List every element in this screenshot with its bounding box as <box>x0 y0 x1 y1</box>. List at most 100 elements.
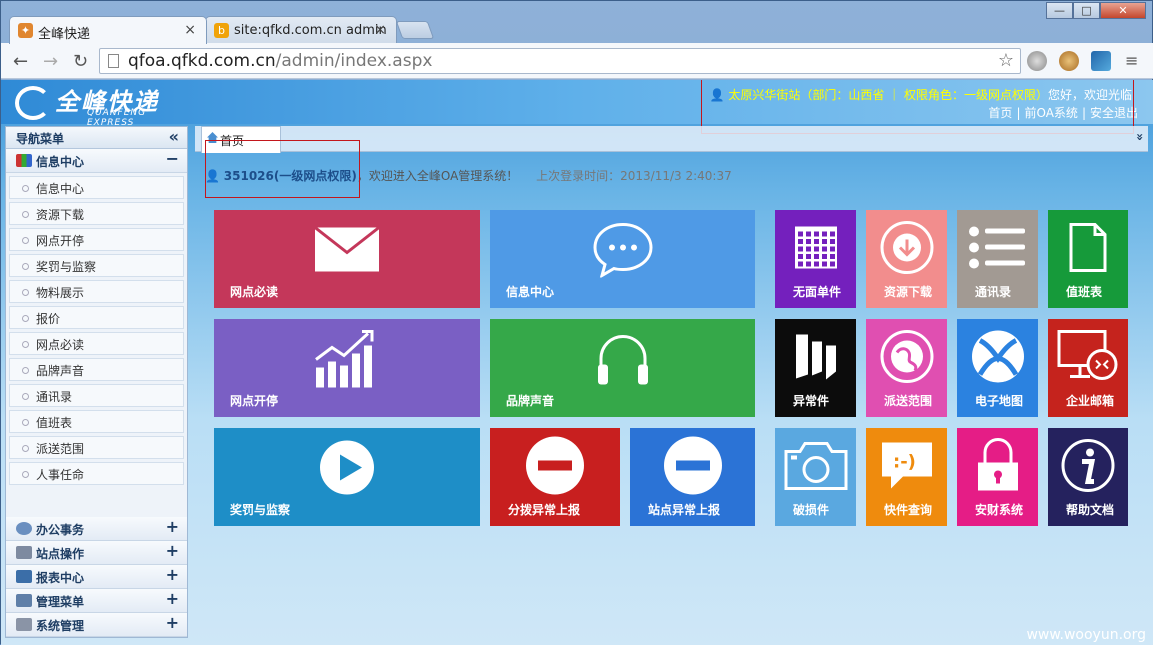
sidebar-item[interactable]: 人事任命 <box>9 462 184 485</box>
watermark: www.wooyun.org <box>1026 627 1146 643</box>
menu-icon[interactable]: ≡ <box>1125 51 1138 70</box>
tab-title: 全峰快递 <box>38 27 91 42</box>
sidebar-item[interactable]: 信息中心 <box>9 176 184 199</box>
browser-toolbar: ← → ↻ qfoa.qfkd.com.cn/admin/index.aspx … <box>1 43 1153 79</box>
chat-bubble-icon <box>592 222 654 281</box>
tile-list[interactable]: 通讯录 <box>957 210 1038 308</box>
close-window-button[interactable]: ✕ <box>1100 2 1146 19</box>
page-icon <box>108 54 119 68</box>
new-tab-button[interactable] <box>395 21 435 39</box>
browser-tab-search[interactable]: b site:qfkd.com.cn admin × <box>205 16 397 44</box>
sidebar-item[interactable]: 奖罚与监察 <box>9 254 184 277</box>
bing-favicon-icon: b <box>214 23 229 38</box>
tile-chat-bubble[interactable]: 信息中心 <box>490 210 755 308</box>
tile-chart[interactable]: 网点开停 <box>214 319 480 417</box>
tile-envelope[interactable]: 网点必读 <box>214 210 480 308</box>
section-manage[interactable]: 管理菜单 + <box>6 589 187 613</box>
expand-icon[interactable]: + <box>166 541 179 560</box>
sidebar-title: 导航菜单 <box>16 132 65 146</box>
tile-label: 快件查询 <box>884 503 933 517</box>
browser-window: ✦ 全峰快递 × b site:qfkd.com.cn admin × — □ … <box>0 0 1153 645</box>
expand-icon[interactable]: + <box>166 589 179 608</box>
address-bar[interactable]: qfoa.qfkd.com.cn/admin/index.aspx ☆ <box>99 48 1021 74</box>
section-station[interactable]: 站点操作 + <box>6 541 187 565</box>
tile-download[interactable]: 资源下载 <box>866 210 947 308</box>
tile-label: 网点开停 <box>230 394 279 408</box>
window-icon <box>16 594 32 607</box>
tile-label: 通讯录 <box>975 285 1012 299</box>
close-tab-icon[interactable]: × <box>374 22 386 38</box>
sidebar-item[interactable]: 报价 <box>9 306 184 329</box>
section-reports[interactable]: 报表中心 + <box>6 565 187 589</box>
tile-label: 资源下载 <box>884 285 933 299</box>
expand-icon[interactable]: + <box>166 613 179 632</box>
minus-icon <box>524 435 586 500</box>
section-office[interactable]: 办公事务 + <box>6 517 187 541</box>
calendar-icon <box>793 225 839 274</box>
tile-xbox[interactable]: 电子地图 <box>957 319 1038 417</box>
browser-tab-quanfeng[interactable]: ✦ 全峰快递 × <box>9 16 207 44</box>
tile-book[interactable]: 异常件 <box>775 319 856 417</box>
bookmark-star-icon[interactable]: ☆ <box>998 49 1014 73</box>
tile-info[interactable]: 帮助文档 <box>1048 428 1128 526</box>
sidebar-item[interactable]: 派送范围 <box>9 436 184 459</box>
extension-icon[interactable] <box>1091 51 1111 71</box>
globe-extension-icon[interactable] <box>1027 51 1047 71</box>
tile-remote[interactable]: 企业邮箱 <box>1048 319 1128 417</box>
expand-icon[interactable]: + <box>166 565 179 584</box>
tab-strip: ✦ 全峰快递 × b site:qfkd.com.cn admin × — □ … <box>1 1 1153 44</box>
tile-globe[interactable]: 派送范围 <box>866 319 947 417</box>
info-icon <box>1060 438 1116 497</box>
close-tab-icon[interactable]: × <box>184 22 196 38</box>
tile-minus[interactable]: 分拨异常上报 <box>490 428 620 526</box>
reload-icon[interactable]: ↻ <box>73 51 88 72</box>
svg-text::-): :-) <box>893 452 916 473</box>
last-login: 上次登录时间：2013/11/3 2:40:37 <box>536 169 732 183</box>
section-label: 信息中心 <box>36 155 85 169</box>
maximize-button[interactable]: □ <box>1073 2 1100 19</box>
tile-document[interactable]: 值班表 <box>1048 210 1128 308</box>
emoticon-icon: :-) <box>877 438 937 497</box>
forward-arrow-icon[interactable]: → <box>43 51 58 72</box>
play-icon <box>318 439 376 500</box>
section-info-center[interactable]: 信息中心 − <box>6 149 187 173</box>
tile-label: 分拨异常上报 <box>508 503 581 517</box>
wrench-icon <box>16 618 32 631</box>
minimize-button[interactable]: — <box>1046 2 1073 19</box>
section-system[interactable]: 系统管理 + <box>6 613 187 637</box>
back-arrow-icon[interactable]: ← <box>13 51 28 72</box>
sidebar-item[interactable]: 资源下载 <box>9 202 184 225</box>
tile-lock[interactable]: 安财系统 <box>957 428 1038 526</box>
expand-icon[interactable]: + <box>166 517 179 536</box>
tile-calendar[interactable]: 无面单件 <box>775 210 856 308</box>
sidebar-item[interactable]: 通讯录 <box>9 384 184 407</box>
sidebar-item[interactable]: 网点开停 <box>9 228 184 251</box>
remote-icon <box>1056 329 1120 388</box>
books-icon <box>16 154 32 167</box>
window-controls: — □ ✕ <box>1046 2 1146 19</box>
sidebar-item[interactable]: 网点必读 <box>9 332 184 355</box>
cookie-extension-icon[interactable] <box>1059 51 1079 71</box>
document-icon <box>1068 222 1108 277</box>
quanfeng-favicon-icon: ✦ <box>18 23 33 38</box>
handshake-icon <box>16 522 32 535</box>
collapsed-sections: 办公事务 + 站点操作 + 报表中心 + 管理菜单 + 系统管理 + <box>6 517 187 637</box>
sidebar-item[interactable]: 品牌声音 <box>9 358 184 381</box>
book-icon <box>793 332 839 385</box>
tile-play[interactable]: 奖罚与监察 <box>214 428 480 526</box>
collapse-sidebar-icon[interactable]: « <box>169 127 179 146</box>
sidebar-item[interactable]: 值班表 <box>9 410 184 433</box>
tile-label: 品牌声音 <box>506 394 555 408</box>
tile-label: 网点必读 <box>230 285 279 299</box>
tile-emoticon[interactable]: :-) 快件查询 <box>866 428 947 526</box>
sidebar-item[interactable]: 物料展示 <box>9 280 184 303</box>
tab-scroll-icon[interactable]: » <box>1133 133 1147 141</box>
sidebar: 导航菜单 « 信息中心 − 信息中心 资源下载 网点开停 奖罚与监察 物料展示 … <box>5 126 188 638</box>
globe-icon <box>879 329 935 388</box>
collapse-icon[interactable]: − <box>166 149 179 168</box>
url-path: /admin/index.aspx <box>275 51 433 71</box>
tile-camera[interactable]: 破损件 <box>775 428 856 526</box>
tile-headphones[interactable]: 品牌声音 <box>490 319 755 417</box>
envelope-icon <box>314 226 380 276</box>
tile-minus[interactable]: 站点异常上报 <box>630 428 755 526</box>
